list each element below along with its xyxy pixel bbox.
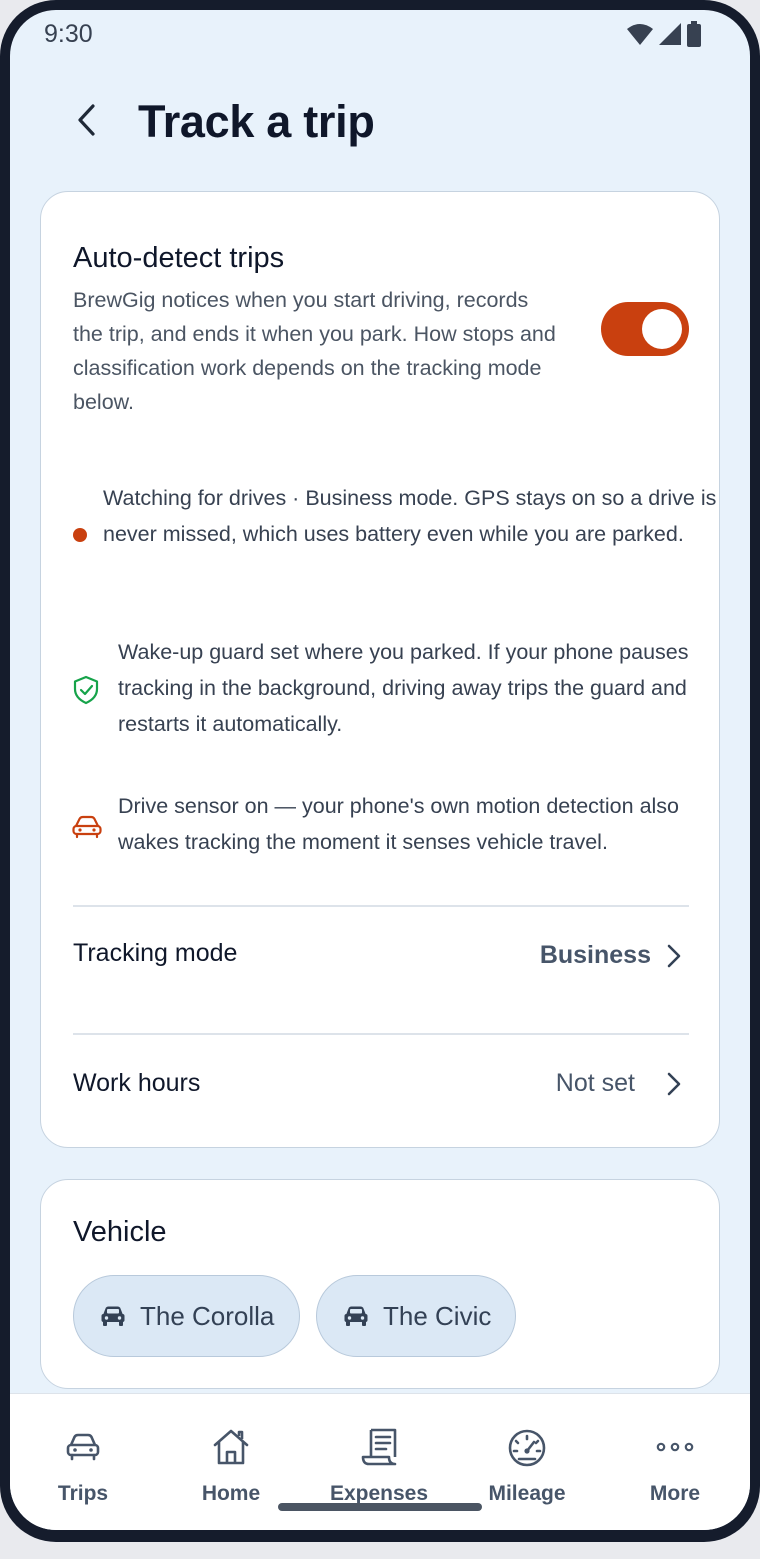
info-drive-sensor-text: Drive sensor on — your phone's own motio… [118, 794, 680, 854]
chevron-right-icon [667, 1072, 681, 1096]
car-icon [344, 1306, 368, 1326]
more-dots-icon [656, 1442, 694, 1452]
status-dot [73, 528, 87, 542]
vehicle-title: Vehicle [73, 1216, 167, 1248]
auto-detect-description: BrewGig notices when you start driving, … [73, 288, 556, 414]
car-icon [101, 1306, 125, 1326]
info-watching-text: Watching for drives · Business mode. GPS… [103, 486, 717, 546]
nav-home[interactable]: Home [161, 1424, 301, 1506]
status-time: 9:30 [44, 20, 93, 48]
back-button[interactable] [66, 98, 106, 142]
battery-icon [687, 21, 701, 47]
nav-mileage[interactable]: Mileage [457, 1424, 597, 1506]
info-wakeup-guard-text: Wake-up guard set where you parked. If y… [118, 640, 689, 736]
nav-label: Mileage [488, 1482, 566, 1505]
vehicle-chip-civic[interactable]: The Civic [316, 1275, 516, 1357]
auto-detect-card: Auto-detect trips BrewGig notices when y… [40, 191, 720, 1148]
toggle-knob [642, 309, 682, 349]
tracking-mode-label: Tracking mode [73, 939, 238, 967]
car-alert-icon [72, 815, 102, 839]
nav-trips[interactable]: Trips [13, 1424, 153, 1506]
screen: 9:30 Track a trip Auto-detect trips Brew… [10, 10, 750, 1530]
nav-expenses[interactable]: Expenses [309, 1424, 449, 1506]
status-icons [626, 21, 702, 47]
auto-detect-title: Auto-detect trips [73, 242, 285, 274]
chevron-right-icon [667, 944, 681, 968]
work-hours-label: Work hours [73, 1069, 201, 1097]
auto-detect-toggle[interactable] [601, 302, 689, 356]
home-icon [213, 1429, 249, 1465]
receipt-icon [361, 1428, 397, 1466]
vehicle-chip-label: The Civic [383, 1300, 492, 1331]
nav-label: More [649, 1482, 701, 1505]
speedometer-icon [508, 1429, 546, 1467]
vehicle-card: Vehicle The Corolla The Civic [40, 1179, 720, 1389]
home-indicator[interactable] [278, 1503, 482, 1511]
nav-more[interactable]: More [605, 1424, 745, 1506]
phone-frame: 9:30 Track a trip Auto-detect trips Brew… [0, 0, 760, 1542]
wifi-icon [627, 24, 653, 45]
vehicle-chip-label: The Corolla [140, 1300, 275, 1331]
divider [73, 905, 689, 907]
tracking-mode-value: Business [539, 941, 651, 969]
nav-label: Home [201, 1482, 261, 1505]
page-title: Track a trip [138, 96, 375, 147]
shield-check-icon [73, 675, 99, 705]
nav-label: Trips [57, 1482, 109, 1505]
chevron-left-icon [78, 104, 95, 136]
work-hours-value: Not set [555, 1069, 635, 1097]
divider [73, 1033, 689, 1035]
vehicle-chip-corolla[interactable]: The Corolla [73, 1275, 300, 1357]
car-icon [66, 1433, 100, 1461]
signal-icon [659, 23, 681, 45]
